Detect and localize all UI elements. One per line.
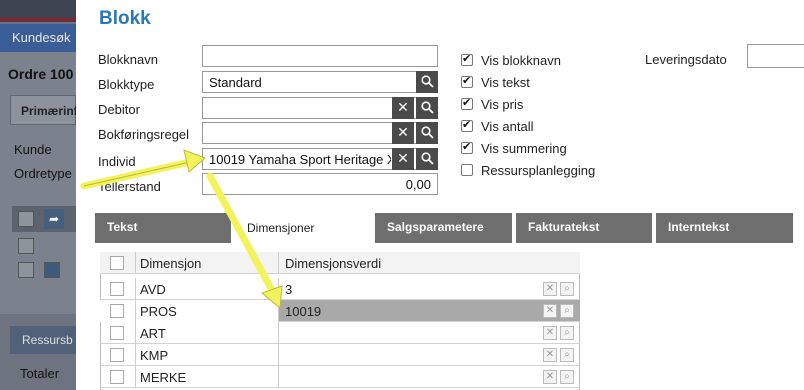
row-select-cell (100, 300, 136, 322)
row-value[interactable] (279, 366, 580, 388)
bg-row-checkbox[interactable] (18, 262, 34, 278)
checkbox-box[interactable] (461, 140, 473, 154)
row-checkbox[interactable] (110, 348, 124, 362)
individ-input[interactable]: 10019 Yamaha Sport Heritage XS ✕ (202, 148, 438, 170)
select-all-checkbox[interactable] (110, 256, 124, 270)
bg-checkbox[interactable] (18, 211, 34, 227)
row-value[interactable] (279, 322, 580, 344)
search-icon[interactable]: ⌕ (560, 304, 574, 318)
search-icon[interactable] (416, 71, 438, 93)
clear-x-icon[interactable]: ✕ (543, 282, 557, 296)
bg-tab-primaer[interactable]: Primærinf (10, 95, 76, 125)
bg-label-totaler: Totaler (20, 366, 60, 381)
table-row-selected[interactable]: PROS 10019 ✕ ⌕ (100, 300, 580, 322)
checkbox-box[interactable] (461, 164, 473, 176)
tab-dimensjoner[interactable]: Dimensjoner (233, 213, 371, 243)
bg-ressurs-button[interactable]: Ressursb (10, 326, 76, 354)
bg-kundesok-button[interactable]: Kundesøk (0, 24, 76, 52)
row-value[interactable]: 3 (279, 278, 580, 300)
search-icon[interactable] (416, 148, 438, 170)
label-leveringsdato: Leveringsdato (645, 52, 727, 67)
row-select-cell (100, 278, 136, 300)
search-icon[interactable] (416, 122, 438, 144)
label-bokforingsregel: Bokføringsregel (98, 127, 190, 142)
bg-label-kunde: Kunde (14, 142, 52, 157)
blokknavn-input[interactable] (202, 45, 438, 67)
table-row[interactable]: ART ✕ ⌕ (100, 322, 580, 344)
row-dimension: PROS (136, 300, 279, 322)
row-value[interactable]: 10019 (279, 300, 580, 322)
checkbox-box[interactable] (461, 52, 473, 66)
table-row[interactable]: KMP ✕ ⌕ (100, 344, 580, 366)
bg-row-icon[interactable] (44, 262, 60, 278)
checkbox-box[interactable] (461, 118, 473, 132)
row-select-cell (100, 322, 136, 344)
bokforingsregel-input[interactable]: ✕ (202, 122, 438, 144)
clear-x-icon[interactable]: ✕ (543, 348, 557, 362)
row-select-cell (100, 366, 136, 388)
checkbox-label: Ressursplanlegging (481, 163, 596, 178)
row-dimension: MERKE (136, 366, 279, 388)
select-all-cell (100, 252, 136, 274)
checkbox-label: Vis tekst (481, 75, 530, 90)
checkbox-box[interactable] (461, 96, 473, 110)
tellerstand-input[interactable]: 0,00 (202, 173, 438, 195)
row-checkbox[interactable] (110, 304, 124, 318)
clear-x-icon[interactable]: ✕ (543, 326, 557, 340)
row-dimension: AVD (136, 278, 279, 300)
checkbox-label: Vis antall (481, 119, 534, 134)
tellerstand-value: 0,00 (405, 177, 431, 192)
search-icon[interactable]: ⌕ (560, 326, 574, 340)
row-select-cell (100, 344, 136, 366)
search-icon[interactable] (416, 97, 438, 119)
grid-header-row: Dimensjon Dimensjonsverdi (100, 252, 580, 274)
label-tellerstand: Tellerstand (98, 179, 161, 194)
clear-x-icon[interactable]: ✕ (543, 370, 557, 384)
checkbox-label: Vis pris (481, 97, 524, 112)
clear-x-icon[interactable]: ✕ (543, 304, 557, 318)
table-row[interactable]: MERKE ✕ ⌕ (100, 366, 580, 388)
dialog-title: Blokk (99, 8, 151, 29)
label-blokknavn: Blokknavn (98, 52, 158, 67)
bg-order-title: Ordre 100 (8, 66, 74, 82)
tab-bar: Tekst Dimensjoner Salgsparametere Faktur… (95, 213, 795, 243)
tab-salgsparametere[interactable]: Salgsparametere (375, 213, 512, 243)
bg-panel (0, 52, 76, 314)
blokktype-input[interactable]: Standard (202, 71, 438, 93)
row-checkbox[interactable] (110, 282, 124, 296)
clear-x-icon[interactable]: ✕ (392, 148, 414, 170)
blokktype-value: Standard (209, 75, 262, 90)
bg-label-ordretype: Ordretype (14, 166, 72, 181)
leveringsdato-input[interactable] (747, 44, 804, 68)
row-checkbox[interactable] (110, 370, 124, 384)
individ-value: 10019 Yamaha Sport Heritage XS (209, 152, 391, 167)
label-debitor: Debitor (98, 102, 140, 117)
table-row[interactable]: AVD 3 ✕ ⌕ (100, 278, 580, 300)
blokk-dialog: Blokk Blokknavn Blokktype Standard Debit… (76, 0, 804, 390)
checkbox-box[interactable] (461, 74, 473, 88)
background-app: Kundesøk Ordre 100 Primærinf Kunde Ordre… (0, 0, 76, 390)
header-dimensjon[interactable]: Dimensjon (136, 252, 279, 274)
clear-x-icon[interactable]: ✕ (392, 122, 414, 144)
bg-top-line (0, 18, 76, 21)
search-icon[interactable]: ⌕ (560, 370, 574, 384)
share-icon[interactable]: ➦ (44, 209, 64, 229)
row-value[interactable] (279, 344, 580, 366)
checkbox-label: Vis summering (481, 141, 567, 156)
tab-fakturatekst[interactable]: Fakturatekst (516, 213, 652, 243)
bg-row-checkbox[interactable] (18, 238, 34, 254)
search-icon[interactable]: ⌕ (560, 348, 574, 362)
checkbox-label: Vis blokknavn (481, 53, 561, 68)
debitor-input[interactable]: ✕ (202, 97, 438, 119)
header-dimensjonsverdi[interactable]: Dimensjonsverdi (279, 252, 580, 274)
label-individ: Individ (98, 154, 136, 169)
label-blokktype: Blokktype (98, 77, 155, 92)
row-checkbox[interactable] (110, 326, 124, 340)
search-icon[interactable]: ⌕ (560, 282, 574, 296)
row-dimension: KMP (136, 344, 279, 366)
tab-tekst[interactable]: Tekst (95, 213, 231, 243)
clear-x-icon[interactable]: ✕ (392, 97, 414, 119)
tab-interntekst[interactable]: Interntekst (656, 213, 793, 243)
row-dimension: ART (136, 322, 279, 344)
